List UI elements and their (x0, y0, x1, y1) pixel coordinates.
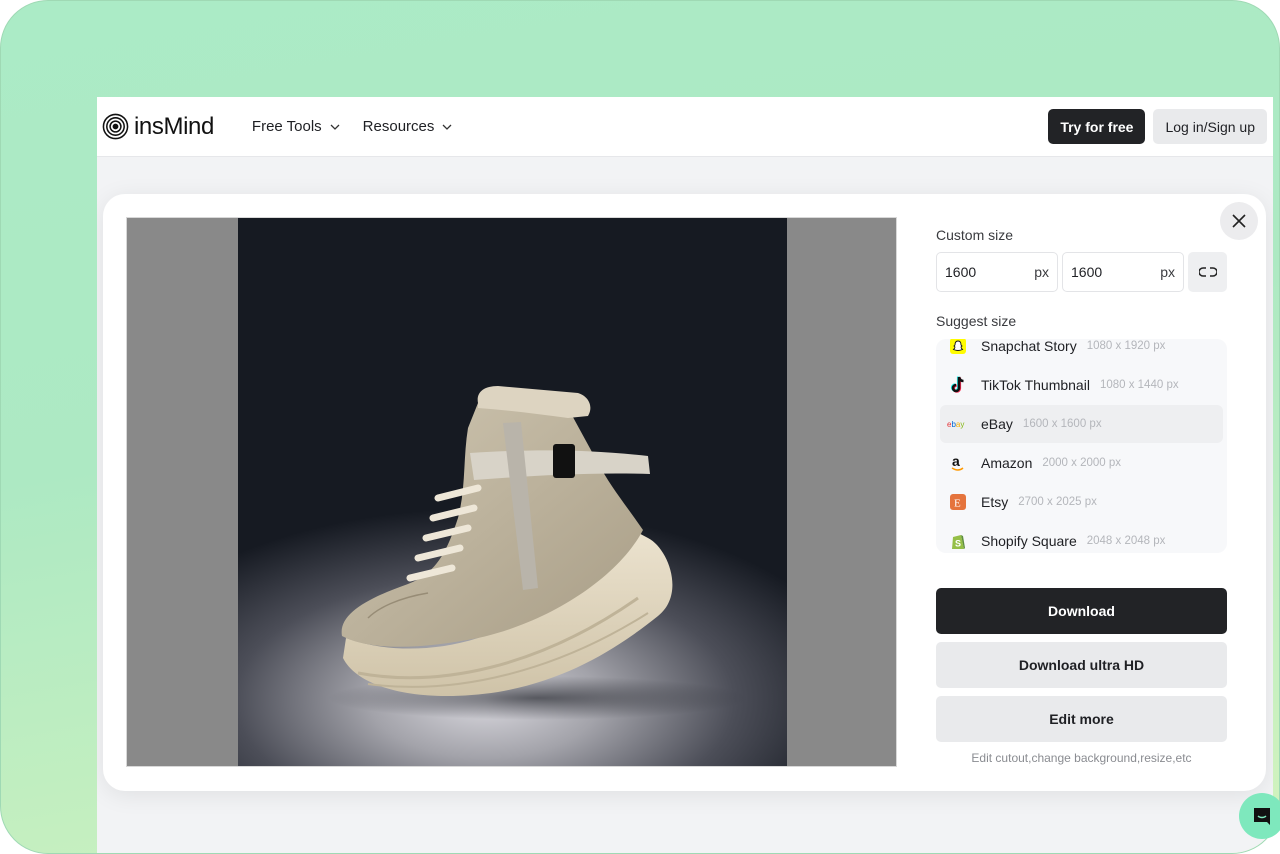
svg-text:a: a (952, 454, 960, 469)
suggest-size-list[interactable]: Snapchat Story 1080 x 1920 px TikTok Thu… (936, 339, 1227, 553)
chat-icon (1254, 808, 1270, 825)
try-for-free-button[interactable]: Try for free (1048, 109, 1146, 144)
custom-size-label: Custom size (936, 227, 1014, 243)
suggest-item-shopify-square[interactable]: S Shopify Square 2048 x 2048 px (940, 522, 1223, 553)
download-ultra-hd-button[interactable]: Download ultra HD (936, 642, 1227, 688)
height-unit: px (1160, 264, 1175, 280)
product-photo (238, 218, 787, 766)
image-preview (126, 217, 897, 767)
svg-text:E: E (954, 498, 961, 510)
width-field[interactable]: px (936, 252, 1058, 292)
edit-more-hint: Edit cutout,change background,resize,etc (971, 751, 1192, 765)
header-actions: Try for free Log in/Sign up (1048, 109, 1267, 144)
link-icon (1198, 267, 1217, 277)
tiktok-icon (947, 374, 969, 396)
suggest-name: Amazon (981, 455, 1033, 471)
suggest-item-tiktok-thumbnail[interactable]: TikTok Thumbnail 1080 x 1440 px (940, 366, 1223, 404)
chevron-down-icon (330, 124, 340, 130)
nav-resources[interactable]: Resources (363, 118, 453, 135)
height-field[interactable]: px (1062, 252, 1184, 292)
suggest-dims: 1080 x 1440 px (1099, 379, 1179, 391)
width-unit: px (1034, 264, 1049, 280)
width-input[interactable] (945, 264, 1015, 280)
svg-text:S: S (955, 538, 961, 548)
download-modal: Custom size px px Suggest size (103, 194, 1266, 791)
suggest-item-ebay[interactable]: ebay eBay 1600 x 1600 px (940, 405, 1223, 443)
suggest-dims: 2000 x 2000 px (1042, 457, 1122, 469)
support-chat-button[interactable] (1239, 793, 1280, 839)
download-button[interactable]: Download (936, 588, 1227, 634)
nav-resources-label: Resources (362, 118, 435, 135)
svg-text:ebay: ebay (947, 420, 964, 429)
suggest-item-amazon[interactable]: a Amazon 2000 x 2000 px (940, 444, 1223, 482)
suggest-name: Snapchat Story (981, 339, 1077, 354)
chevron-down-icon (442, 124, 452, 130)
custom-size-row: px px (936, 252, 1227, 292)
snapchat-icon (947, 339, 969, 357)
suggest-name: TikTok Thumbnail (981, 377, 1090, 393)
boot-image (328, 386, 748, 720)
suggest-name: Shopify Square (981, 533, 1077, 549)
suggest-dims: 1080 x 1920 px (1086, 340, 1166, 352)
suggest-name: Etsy (981, 494, 1009, 510)
etsy-icon: E (947, 491, 969, 513)
nav-free-tools[interactable]: Free Tools (252, 118, 340, 135)
logo-icon (102, 113, 129, 140)
suggest-item-snapchat-story[interactable]: Snapchat Story 1080 x 1920 px (940, 339, 1223, 365)
login-signup-button[interactable]: Log in/Sign up (1153, 109, 1267, 144)
amazon-icon: a (947, 452, 969, 474)
suggest-dims: 1600 x 1600 px (1022, 418, 1102, 430)
shopify-icon: S (947, 530, 969, 552)
suggest-dims: 2700 x 2025 px (1018, 496, 1097, 508)
size-panel: Custom size px px Suggest size (936, 194, 1231, 791)
close-icon (1232, 214, 1246, 228)
browser-viewport: insMind Free Tools Resources Try for fre… (97, 97, 1273, 853)
aspect-lock-button[interactable] (1188, 252, 1227, 292)
nav-free-tools-label: Free Tools (251, 118, 322, 135)
brand-name: insMind (134, 112, 214, 140)
ebay-icon: ebay (947, 413, 969, 435)
brand-logo[interactable]: insMind (102, 113, 214, 141)
suggest-size-label: Suggest size (936, 313, 1017, 329)
top-navigation: insMind Free Tools Resources Try for fre… (97, 97, 1273, 157)
suggest-name: eBay (981, 416, 1013, 432)
suggest-dims: 2048 x 2048 px (1086, 535, 1166, 547)
suggest-item-etsy[interactable]: E Etsy 2700 x 2025 px (940, 483, 1223, 521)
height-input[interactable] (1071, 264, 1141, 280)
edit-more-button[interactable]: Edit more (936, 696, 1227, 742)
desktop-frame: insMind Free Tools Resources Try for fre… (0, 0, 1280, 854)
